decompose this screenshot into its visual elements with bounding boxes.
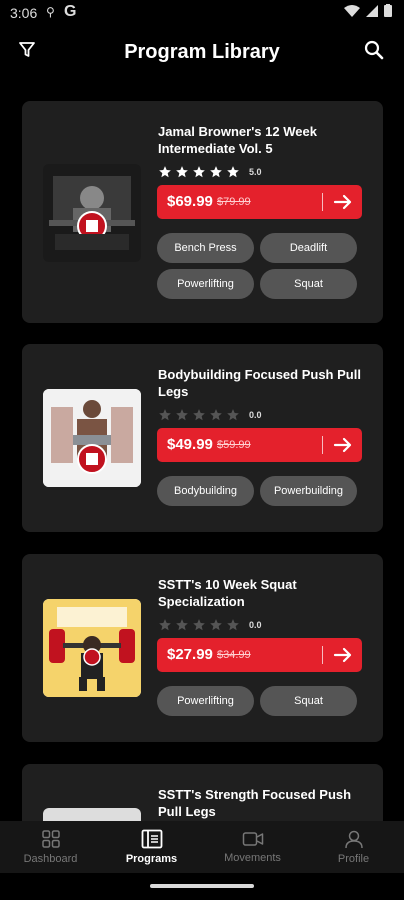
video-icon	[242, 832, 263, 846]
price: $49.99	[167, 436, 213, 453]
original-price: $34.99	[217, 649, 251, 661]
star-icon	[176, 409, 188, 421]
star-icon	[210, 166, 222, 178]
bottom-nav: Dashboard Programs Movements Profile	[0, 821, 404, 873]
star-icon	[210, 409, 222, 421]
nav-label: Programs	[125, 853, 178, 865]
app-header: Program Library	[0, 28, 404, 80]
nav-programs[interactable]: Programs	[107, 829, 197, 865]
tag-list: Bodybuilding Powerbuilding	[157, 476, 362, 506]
battery-icon	[384, 4, 392, 17]
star-icon	[193, 619, 205, 631]
tag-list: Bench Press Deadlift Powerlifting Squat	[157, 233, 362, 299]
google-g: G	[64, 3, 77, 20]
star-icon	[159, 166, 171, 178]
star-rating: 0.0	[158, 408, 262, 422]
star-icon	[176, 619, 188, 631]
program-title: SSTT's Strength Focused Push Pull Legs	[158, 787, 352, 819]
page-title: Program Library	[124, 41, 280, 63]
arrow-right-icon	[333, 194, 352, 210]
gesture-bar[interactable]	[150, 884, 254, 888]
program-thumbnail	[43, 599, 141, 697]
program-title: Jamal Browner's 12 Week Intermediate Vol…	[158, 124, 317, 156]
star-icon	[176, 166, 188, 178]
price-divider	[322, 193, 323, 211]
price: $27.99	[167, 646, 213, 663]
original-price: $79.99	[217, 196, 251, 208]
program-title: Bodybuilding Focused Push Pull Legs	[158, 367, 361, 399]
program-card[interactable]: Jamal Browner's 12 Week Intermediate Vol…	[22, 101, 383, 323]
buy-button[interactable]: $49.99 $59.99	[157, 428, 362, 462]
star-icon	[227, 409, 239, 421]
program-thumbnail	[43, 164, 141, 262]
status-bar: 3:06 ⚲ G	[0, 0, 404, 26]
tag-chip[interactable]: Powerbuilding	[260, 476, 357, 506]
price-divider	[322, 646, 323, 664]
tag-chip[interactable]: Powerlifting	[157, 269, 254, 299]
arrow-right-icon	[333, 437, 352, 453]
rating-value: 0.0	[249, 410, 262, 420]
star-icon	[227, 619, 239, 631]
person-icon	[344, 830, 363, 849]
book-icon	[141, 829, 162, 849]
star-icon	[159, 409, 171, 421]
tag-chip[interactable]: Deadlift	[260, 233, 357, 263]
star-icon	[193, 409, 205, 421]
price: $69.99	[167, 193, 213, 210]
usb-icon: ⚲	[46, 5, 55, 19]
tag-chip[interactable]: Squat	[260, 686, 357, 716]
rating-value: 0.0	[249, 620, 262, 630]
nav-profile[interactable]: Profile	[309, 829, 399, 865]
star-icon	[193, 166, 205, 178]
tag-chip[interactable]: Bodybuilding	[157, 476, 254, 506]
program-card[interactable]: SSTT's 10 Week Squat Specialization 0.0 …	[22, 554, 383, 742]
tag-chip[interactable]: Powerlifting	[157, 686, 254, 716]
program-card[interactable]: Bodybuilding Focused Push Pull Legs 0.0 …	[22, 344, 383, 532]
tag-list: Powerlifting Squat	[157, 686, 362, 716]
rating-value: 5.0	[249, 167, 262, 177]
status-time: 3:06	[10, 5, 38, 21]
star-icon	[159, 619, 171, 631]
search-icon[interactable]	[364, 40, 384, 60]
star-rating: 5.0	[158, 165, 262, 179]
buy-button[interactable]: $69.99 $79.99	[157, 185, 362, 219]
buy-button[interactable]: $27.99 $34.99	[157, 638, 362, 672]
star-icon	[210, 619, 222, 631]
wifi-icon	[344, 4, 360, 17]
nav-dashboard[interactable]: Dashboard	[6, 829, 96, 865]
price-divider	[322, 436, 323, 454]
nav-label: Movements	[224, 852, 281, 864]
signal-icon	[366, 4, 378, 17]
star-rating: 0.0	[158, 618, 262, 632]
star-icon	[227, 166, 239, 178]
tag-chip[interactable]: Bench Press	[157, 233, 254, 263]
original-price: $59.99	[217, 439, 251, 451]
nav-label: Profile	[337, 853, 370, 865]
nav-label: Dashboard	[23, 853, 78, 865]
arrow-right-icon	[333, 647, 352, 663]
program-title: SSTT's 10 Week Squat Specialization	[158, 577, 297, 609]
program-thumbnail	[43, 389, 141, 487]
tag-chip[interactable]: Squat	[260, 269, 357, 299]
grid-icon	[41, 830, 60, 848]
nav-movements[interactable]: Movements	[208, 830, 298, 864]
